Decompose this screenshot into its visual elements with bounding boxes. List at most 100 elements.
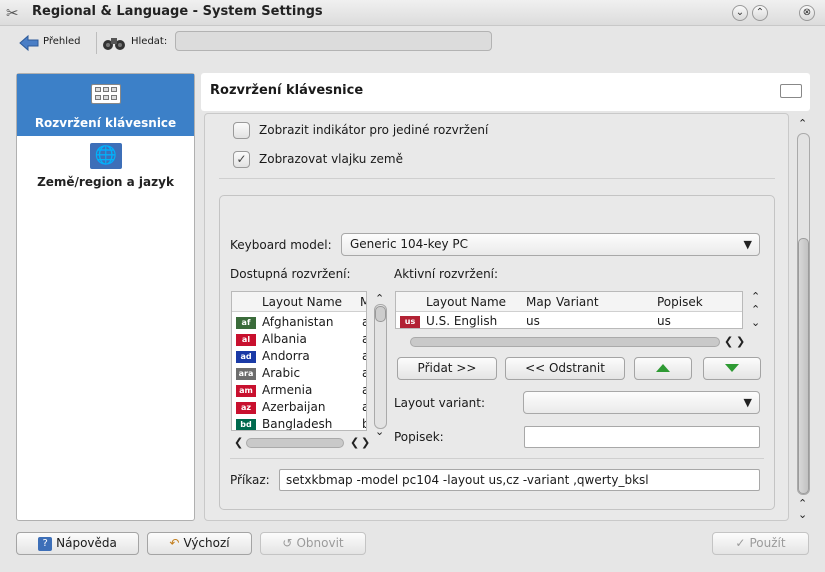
united-nations-flag-icon: 🌐 [90,143,122,169]
scrollbar-thumb[interactable] [375,306,386,322]
active-layouts-list[interactable]: Layout Name Map Variant Popisek us U.S. … [395,291,743,329]
command-field[interactable]: setxkbmap -model pc104 -layout us,cz -va… [279,469,760,491]
m-cell: a [362,365,366,382]
binoculars-icon [103,38,125,50]
list-header: Layout Name Map Variant Popisek [396,292,742,312]
command-label: Příkaz: [230,473,270,487]
country-flag-icon: af [236,317,256,329]
layout-name-cell: Albania [262,332,307,346]
available-layouts-label: Dostupná rozvržení: [230,267,351,281]
add-layout-button[interactable]: Přidat >> [397,357,497,380]
tools-icon: ✂ [6,4,19,22]
keyboard-icon [780,84,802,98]
country-flag-icon: bd [236,419,256,430]
defaults-button[interactable]: ↶ Výchozí [147,532,252,555]
undo-icon: ↶ [169,536,180,550]
map-cell: us [526,314,540,328]
list-item[interactable]: al Albania a [232,331,366,348]
keyboard-icon [91,84,121,104]
list-item[interactable]: ad Andorra a [232,348,366,365]
scroll-down-icon[interactable]: ⌄ [751,316,760,329]
table-row[interactable]: us U.S. English us us [396,313,742,328]
remove-layout-button[interactable]: << Odstranit [505,357,625,380]
apply-button[interactable]: ✓ Použít [712,532,809,555]
scroll-left-icon[interactable]: ❮ [350,436,359,449]
layout-name-cell: Armenia [262,383,313,397]
help-button[interactable]: ? Nápověda [16,532,139,555]
vertical-scrollbar[interactable] [374,304,387,429]
scrollbar-thumb[interactable] [798,238,809,494]
show-flag-checkbox[interactable]: ✓ [233,151,250,168]
overview-button[interactable]: Přehled [43,36,81,47]
arrow-down-icon [725,363,739,372]
popisek-cell: us [657,314,671,328]
country-flag-icon: al [236,334,256,346]
scroll-left-icon[interactable]: ❮ [234,436,243,449]
m-cell: a [362,348,366,365]
close-button[interactable]: ⊗ [799,5,815,21]
layout-name-cell: Bangladesh [262,417,333,431]
column-header-popisek[interactable]: Popisek [657,292,703,312]
reset-icon: ↺ [282,536,293,550]
reset-button[interactable]: ↺ Obnovit [260,532,366,555]
m-cell: b [362,416,366,430]
list-item[interactable]: ara Arabic a [232,365,366,382]
maximize-button[interactable]: ⌃ [752,5,768,21]
active-layouts-label: Aktivní rozvržení: [394,267,499,281]
show-indicator-checkbox[interactable] [233,122,250,139]
list-item[interactable]: af Afghanistan a [232,314,366,331]
m-cell: a [362,331,366,348]
layout-name-cell: Azerbaijan [262,400,326,414]
move-up-button[interactable] [634,357,692,380]
divider [230,458,764,459]
scroll-right-icon[interactable]: ❯ [361,436,370,449]
column-header-map[interactable]: Map [526,292,551,312]
scroll-down-icon[interactable]: ⌄ [798,508,807,521]
scroll-up-icon[interactable]: ⌃ [751,290,760,303]
back-arrow-icon[interactable] [18,34,40,52]
layout-name-cell: U.S. English [426,314,498,328]
column-header-variant[interactable]: Variant [556,292,599,312]
move-down-button[interactable] [703,357,761,380]
arrow-up-icon [656,363,670,372]
show-indicator-label: Zobrazit indikátor pro jediné rozvržení [259,123,489,137]
sidebar-item-country-language[interactable]: 🌐 Země/region a jazyk [17,140,194,196]
toolbar-separator [96,32,97,54]
m-cell: a [362,314,366,331]
sidebar-item-label: Země/region a jazyk [37,175,174,189]
horizontal-scrollbar[interactable] [246,438,344,448]
m-cell: a [362,382,366,399]
popisek-label: Popisek: [394,430,444,444]
minimize-button[interactable]: ⌄ [732,5,748,21]
keyboard-model-select[interactable]: Generic 104-key PC ▼ [341,233,760,256]
horizontal-scrollbar[interactable] [410,337,720,347]
available-layouts-list[interactable]: Layout Name M afAfghanistanaalAlbaniaaad… [231,291,367,431]
page-title: Rozvržení klávesnice [210,83,364,98]
scroll-up-icon[interactable]: ⌃ [798,117,807,130]
column-header-m[interactable]: M [360,292,366,312]
checkmark-icon: ✓ [735,536,746,550]
layout-variant-select[interactable]: ▼ [523,391,760,414]
column-header-layout-name[interactable]: Layout Name [426,292,506,312]
show-flag-label: Zobrazovat vlajku země [259,152,403,166]
keyboard-model-value: Generic 104-key PC [350,237,469,251]
search-input[interactable] [175,31,492,51]
sidebar-item-keyboard-layout[interactable]: Rozvržení klávesnice [17,74,194,136]
column-header-layout-name[interactable]: Layout Name [262,292,342,312]
us-flag-icon: us [400,316,420,328]
scroll-right-icon[interactable]: ❯ [736,335,745,348]
layout-name-cell: Afghanistan [262,315,334,329]
chevron-down-icon: ▼ [743,396,752,409]
popisek-input[interactable] [524,426,760,448]
list-item[interactable]: am Armenia a [232,382,366,399]
layout-name-cell: Andorra [262,349,310,363]
list-item[interactable]: bd Bangladesh b [232,416,366,431]
scroll-down-icon[interactable]: ⌄ [375,425,384,438]
divider [219,178,775,179]
keyboard-model-label: Keyboard model: [230,238,332,252]
help-icon: ? [38,536,53,551]
scroll-up-icon[interactable]: ⌃ [751,303,760,316]
chevron-down-icon: ▼ [743,238,752,251]
list-item[interactable]: az Azerbaijan a [232,399,366,416]
scroll-left-icon[interactable]: ❮ [724,335,733,348]
